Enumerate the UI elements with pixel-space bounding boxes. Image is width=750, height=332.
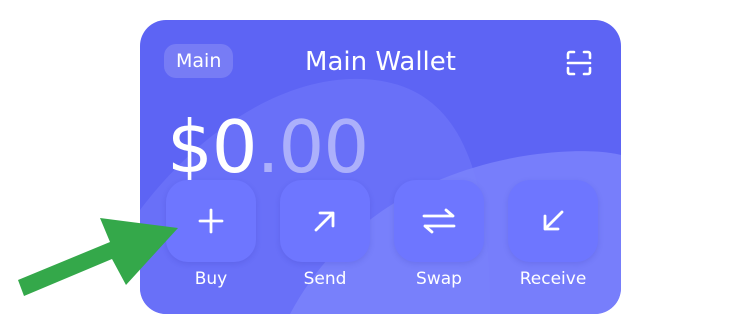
annotation-arrow [18, 218, 178, 296]
